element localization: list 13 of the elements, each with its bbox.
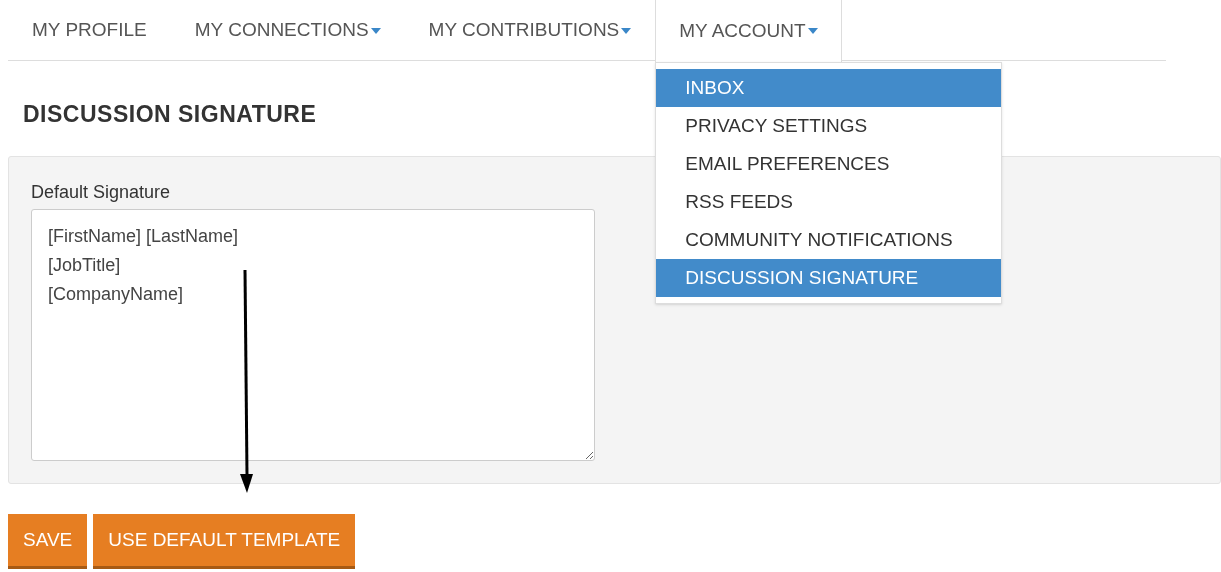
nav-tab[interactable]: MY CONTRIBUTIONS [404,0,656,61]
nav-tab[interactable]: MY PROFILE [8,0,171,61]
menu-item[interactable]: COMMUNITY NOTIFICATIONS [656,221,1002,259]
page-heading: DISCUSSION SIGNATURE [23,103,317,126]
nav-tab[interactable]: MY ACCOUNT [655,0,842,62]
menu-item[interactable]: EMAIL PREFERENCES [656,145,1002,183]
menu-item[interactable]: RSS FEEDS [656,183,1002,221]
nav-tab[interactable]: MY CONNECTIONS [170,0,405,61]
menu-item[interactable]: INBOX [656,69,1002,107]
menu-item[interactable]: DISCUSSION SIGNATURE [656,259,1002,297]
menu-item[interactable]: PRIVACY SETTINGS [656,107,1002,145]
field-label: Default Signature [31,183,172,201]
signature-field[interactable]: [FirstName] [LastName] [JobTitle] [CompanyName] [31,209,595,461]
